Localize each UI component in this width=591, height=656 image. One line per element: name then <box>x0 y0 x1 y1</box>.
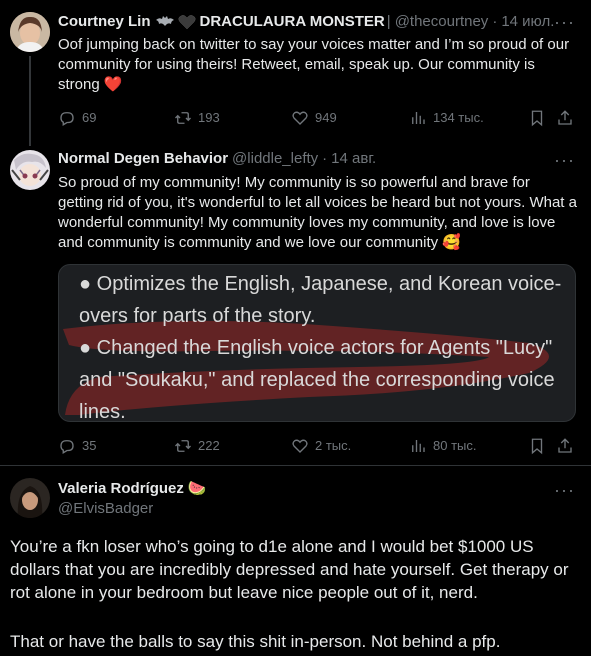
reply-button[interactable]: 69 <box>58 108 96 128</box>
heart-emoji: ❤️ <box>103 76 123 93</box>
tweet-header: Normal Degen Behavior @liddle_lefty · 14… <box>58 149 577 169</box>
dot-separator: · <box>322 150 328 167</box>
media-text: ● Optimizes the English, Japanese, and K… <box>79 268 569 422</box>
reply-count: 35 <box>82 438 97 453</box>
views-count: 134 тыс. <box>433 110 484 125</box>
views-icon <box>412 112 425 124</box>
like-button[interactable]: 949 <box>291 108 337 128</box>
bookmark-button[interactable] <box>528 436 552 456</box>
more-icon[interactable]: ··· <box>554 13 575 31</box>
reply-icon <box>60 112 74 126</box>
media-line-1: ● Optimizes the English, Japanese, and K… <box>79 273 562 327</box>
smiling-hearts-emoji: 🥰 <box>442 234 462 251</box>
bat-icon <box>155 15 175 29</box>
tweet-header: Courtney Lin DRACULAURA MONSTER | @theco… <box>58 12 577 32</box>
like-icon <box>292 439 308 453</box>
dot-separator: · <box>492 13 498 30</box>
reply-icon <box>60 440 74 454</box>
tweet-text: So proud of my community! My community i… <box>58 173 578 253</box>
display-name[interactable]: Courtney Lin <box>58 12 151 32</box>
like-count: 949 <box>315 110 337 125</box>
bookmark-icon <box>531 110 543 127</box>
watermelon-emoji: 🍉 <box>187 480 207 497</box>
display-name[interactable]: Valeria Rodríguez <box>58 479 184 499</box>
retweet-button[interactable]: 193 <box>174 108 220 128</box>
more-icon[interactable]: ··· <box>554 151 575 169</box>
retweet-icon <box>175 112 191 124</box>
tweet-text-paragraph-1: You’re a fkn loser who’s going to d1e al… <box>10 537 569 602</box>
tweet-date[interactable]: 14 авг. <box>331 149 376 169</box>
handle[interactable]: @thecourtney <box>395 12 489 32</box>
reply-button[interactable]: 35 <box>58 436 96 456</box>
avatar-valeria[interactable] <box>10 478 50 518</box>
media-line-2: ● Changed the English voice actors for A… <box>79 337 555 422</box>
tweet-text-body: Oof jumping back on twitter to say your … <box>58 36 570 93</box>
handle-row: @ElvisBadger <box>58 499 577 519</box>
bookmark-button[interactable] <box>528 108 552 128</box>
retweet-icon <box>175 440 191 452</box>
handle[interactable]: @ElvisBadger <box>58 499 153 519</box>
avatar-courtney[interactable] <box>10 12 50 52</box>
share-button[interactable] <box>556 436 580 456</box>
tweet-text: Oof jumping back on twitter to say your … <box>58 35 578 95</box>
like-count: 2 тыс. <box>315 438 352 453</box>
heart-icon <box>177 14 196 30</box>
like-button[interactable]: 2 тыс. <box>291 436 351 456</box>
display-name[interactable]: Normal Degen Behavior <box>58 149 228 169</box>
retweet-button[interactable]: 222 <box>174 436 220 456</box>
bookmark-icon <box>531 438 543 455</box>
more-icon[interactable]: ··· <box>554 481 575 499</box>
like-icon <box>292 111 308 125</box>
tweet-courtney[interactable]: Courtney Lin DRACULAURA MONSTER | @theco… <box>0 0 591 146</box>
tweet-valeria[interactable]: Valeria Rodríguez 🍉 @ElvisBadger ··· You… <box>0 466 591 656</box>
reply-count: 69 <box>82 110 97 125</box>
share-icon <box>558 438 572 453</box>
share-button[interactable] <box>556 108 580 128</box>
retweet-count: 193 <box>198 110 220 125</box>
tweet-media-image[interactable]: ● Optimizes the English, Japanese, and K… <box>58 264 576 422</box>
retweet-count: 222 <box>198 438 220 453</box>
views-button[interactable]: 134 тыс. <box>409 108 484 128</box>
tweet-actions: 35 222 2 тыс. 80 тыс. <box>58 436 578 456</box>
display-name-suffix: DRACULAURA MONSTER <box>199 13 385 30</box>
tweet-text-body: So proud of my community! My community i… <box>58 174 577 251</box>
avatar-liddle-lefty[interactable] <box>10 150 50 190</box>
handle[interactable]: @liddle_lefty <box>232 149 318 169</box>
thread-line <box>29 56 31 146</box>
views-icon <box>412 440 425 452</box>
views-button[interactable]: 80 тыс. <box>409 436 476 456</box>
tweet-date[interactable]: 14 июл. <box>501 12 554 32</box>
tweet-actions: 69 193 949 134 тыс. <box>58 108 578 128</box>
share-icon <box>558 110 572 125</box>
tweet-text-paragraph-2: That or have the balls to say this shit … <box>10 632 501 651</box>
tweet-liddle-lefty[interactable]: Normal Degen Behavior @liddle_lefty · 14… <box>0 140 591 466</box>
tweet-header: Valeria Rodríguez 🍉 <box>58 479 577 499</box>
views-count: 80 тыс. <box>433 438 477 453</box>
name-separator: | <box>386 13 391 30</box>
